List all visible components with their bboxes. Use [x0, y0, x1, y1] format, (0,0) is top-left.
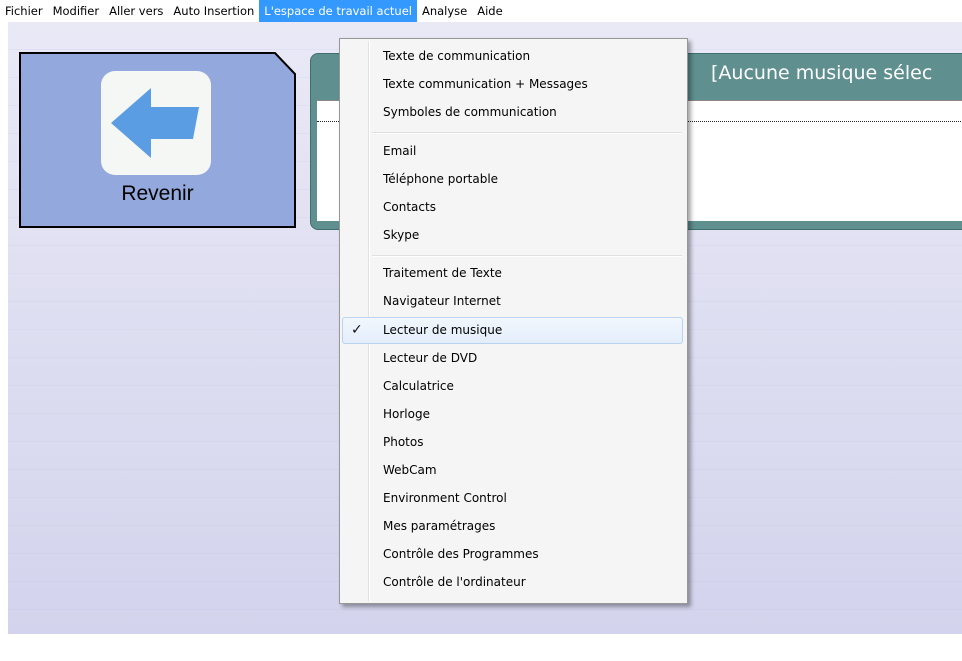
back-icon-container — [101, 71, 211, 175]
menu-option-horloge[interactable]: Horloge — [342, 401, 683, 428]
menu-option-label: Lecteur de DVD — [383, 351, 478, 365]
menu-option-label: Symboles de communication — [383, 105, 557, 119]
menu-option-photos[interactable]: Photos — [342, 429, 683, 456]
menu-option-label: Calculatrice — [383, 379, 454, 393]
menu-option-symboles-de-communication[interactable]: Symboles de communication — [342, 99, 683, 126]
menu-espace-de-travail[interactable]: L'espace de travail actuel — [259, 0, 417, 22]
menu-option-contacts[interactable]: Contacts — [342, 194, 683, 221]
menu-analyse[interactable]: Analyse — [417, 0, 472, 22]
menu-option-environment-control[interactable]: Environment Control — [342, 485, 683, 512]
menu-option-controle-des-programmes[interactable]: Contrôle des Programmes — [342, 541, 683, 568]
menu-option-label: Email — [383, 144, 417, 158]
menu-option-lecteur-de-dvd[interactable]: Lecteur de DVD — [342, 345, 683, 372]
menu-modifier[interactable]: Modifier — [48, 0, 105, 22]
back-button-label: Revenir — [121, 182, 194, 205]
menu-fichier[interactable]: Fichier — [0, 0, 48, 22]
menu-option-label: Contacts — [383, 200, 436, 214]
menu-separator — [372, 132, 682, 134]
menu-aller-vers[interactable]: Aller vers — [104, 0, 168, 22]
menu-option-label: Navigateur Internet — [383, 294, 501, 308]
menu-option-label: WebCam — [383, 463, 437, 477]
menu-option-traitement-de-texte[interactable]: Traitement de Texte — [342, 260, 683, 287]
menu-option-calculatrice[interactable]: Calculatrice — [342, 373, 683, 400]
menu-option-label: Horloge — [383, 407, 430, 421]
menu-option-navigateur-internet[interactable]: Navigateur Internet — [342, 288, 683, 315]
menu-option-lecteur-de-musique[interactable]: ✓ Lecteur de musique — [342, 317, 683, 344]
menu-option-email[interactable]: Email — [342, 138, 683, 165]
menu-auto-insertion[interactable]: Auto Insertion — [168, 0, 259, 22]
menu-option-label: Skype — [383, 228, 420, 242]
menu-option-label: Lecteur de musique — [383, 323, 503, 337]
menu-option-controle-de-l-ordinateur[interactable]: Contrôle de l'ordinateur — [342, 569, 683, 596]
menu-option-label: Texte de communication — [383, 49, 531, 63]
menu-option-texte-communication-messages[interactable]: Texte communication + Messages — [342, 71, 683, 98]
menu-separator — [372, 255, 682, 257]
menu-option-label: Photos — [383, 435, 424, 449]
menu-option-label: Contrôle de l'ordinateur — [383, 575, 526, 589]
menu-option-webcam[interactable]: WebCam — [342, 457, 683, 484]
menu-option-label: Contrôle des Programmes — [383, 547, 539, 561]
menu-option-label: Traitement de Texte — [383, 266, 502, 280]
menu-aide[interactable]: Aide — [472, 0, 507, 22]
menu-option-mes-parametrages[interactable]: Mes paramétrages — [342, 513, 683, 540]
menu-option-label: Texte communication + Messages — [383, 77, 588, 91]
arrow-left-icon — [111, 88, 199, 158]
menu-option-label: Téléphone portable — [383, 172, 499, 186]
menu-bar: Fichier Modifier Aller vers Auto Inserti… — [0, 0, 962, 22]
menu-option-label: Mes paramétrages — [383, 519, 496, 533]
workspace-dropdown-menu: Texte de communication Texte communicati… — [339, 38, 688, 604]
now-playing-title: [Aucune musique sélec — [711, 62, 933, 84]
menu-option-label: Environment Control — [383, 491, 507, 505]
checkmark-icon: ✓ — [351, 322, 363, 338]
back-button[interactable]: Revenir — [19, 52, 296, 228]
menu-option-texte-de-communication[interactable]: Texte de communication — [342, 43, 683, 70]
menu-option-telephone-portable[interactable]: Téléphone portable — [342, 166, 683, 193]
menu-option-skype[interactable]: Skype — [342, 222, 683, 249]
